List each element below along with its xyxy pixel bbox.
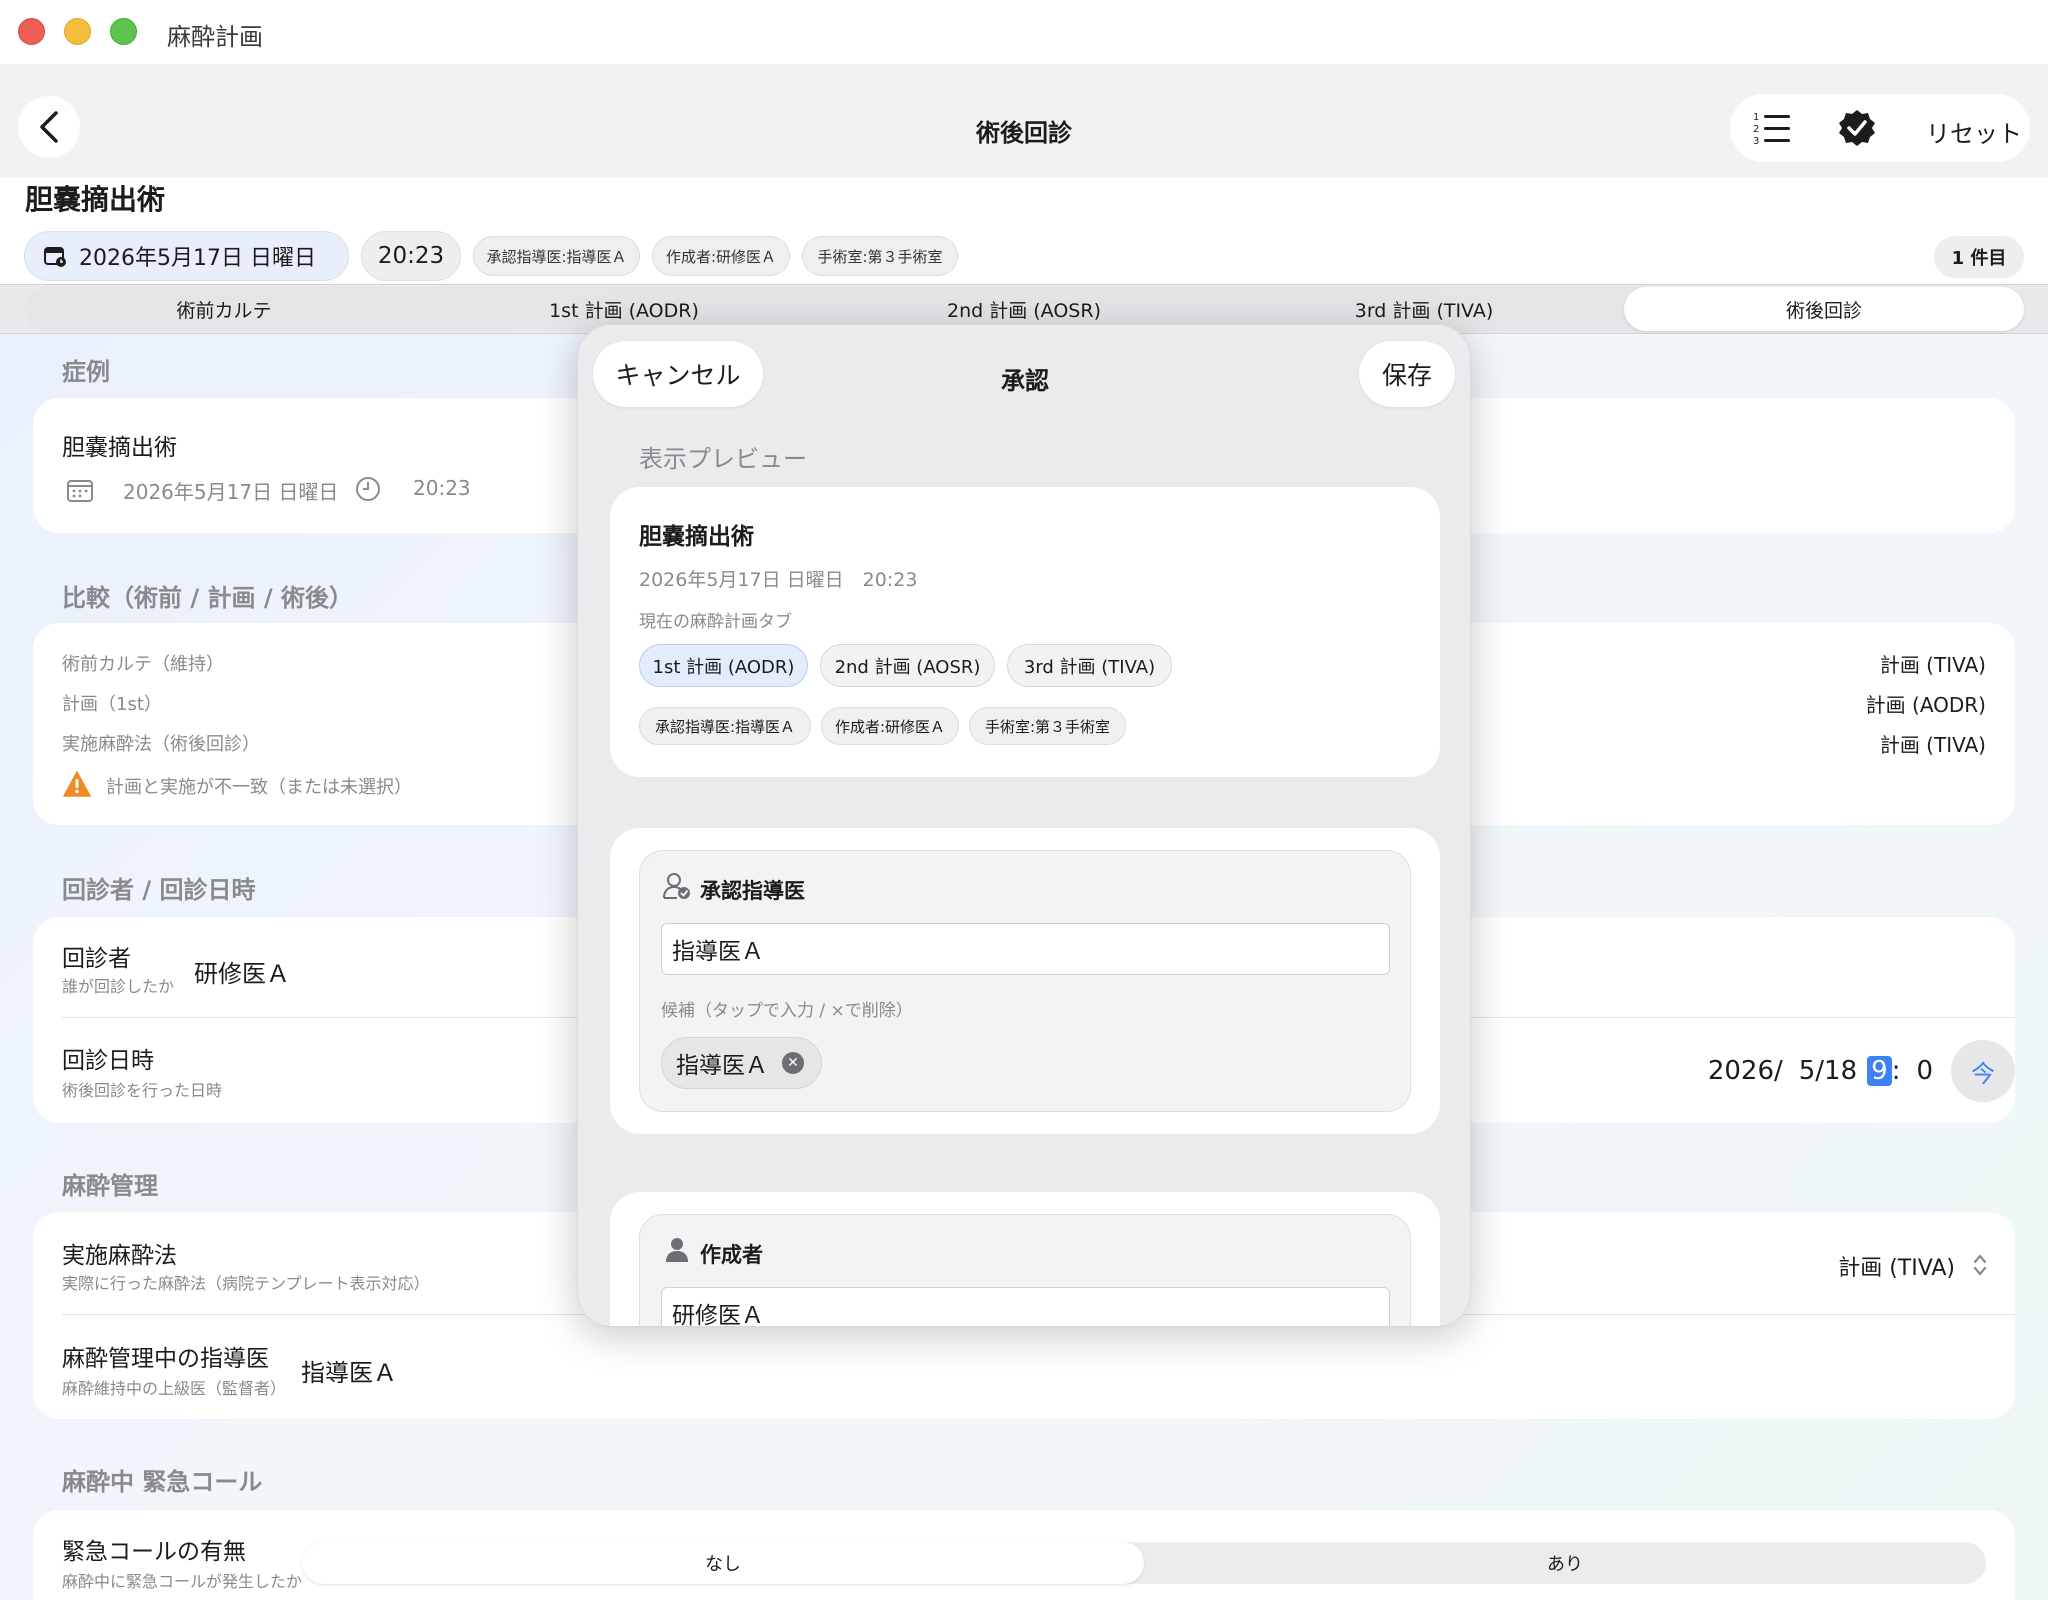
- candidates-caption: 候補（タップで入力 / ×で削除）: [661, 1001, 913, 1021]
- section-heading-compare: 比較（術前 / 計画 / 術後）: [62, 584, 353, 612]
- approve-badge-button[interactable]: [1838, 109, 1876, 151]
- compare-row-value: 計画 (AODR): [1865, 693, 1986, 717]
- numbered-list-icon: 1 2 3: [1753, 112, 1790, 147]
- date-month-day[interactable]: 5/18: [1799, 1056, 1857, 1086]
- method-select[interactable]: 計画 (TIVA): [1838, 1250, 1955, 1282]
- emergency-label: 緊急コールの有無: [62, 1539, 246, 1565]
- emergency-call-segmented-control: なし あり: [302, 1542, 1986, 1584]
- preview-approver-chip: 承認指導医:指導医Ａ: [639, 707, 811, 745]
- compare-row-value: 計画 (TIVA): [1879, 733, 1986, 757]
- compare-row-label: 計画（1st）: [62, 694, 162, 715]
- compare-row-label: 術前カルテ（維持）: [62, 654, 224, 675]
- window-title: 麻酔計画: [167, 23, 263, 51]
- emergency-option-yes[interactable]: あり: [1144, 1542, 1986, 1584]
- preview-date: 2026年5月17日 日曜日 20:23: [639, 569, 918, 591]
- now-button[interactable]: 今: [1951, 1040, 2015, 1102]
- record-count-badge[interactable]: 1 件目: [1934, 236, 2024, 278]
- clock-icon: [356, 477, 380, 501]
- numbered-list-button[interactable]: 1 2 3: [1752, 110, 1792, 150]
- tab-postop-visit[interactable]: 術後回診: [1624, 287, 2024, 331]
- room-chip[interactable]: 手術室:第３手術室: [802, 236, 958, 276]
- window-titlebar: 麻酔計画: [0, 0, 2048, 64]
- calendar-icon: [67, 480, 93, 502]
- author-field-group: 作成者 研修医Ａ: [639, 1214, 1411, 1326]
- time-colon: :: [1891, 1056, 1901, 1086]
- checkmark-seal-icon: [1839, 110, 1875, 146]
- preview-author-chip: 作成者:研修医Ａ: [821, 707, 959, 745]
- visit-datetime-sub: 術後回診を行った日時: [62, 1081, 223, 1100]
- method-sub: 実際に行った麻酔法（病院テンプレート表示対応）: [62, 1274, 430, 1293]
- preview-room-chip: 手術室:第３手術室: [969, 707, 1126, 745]
- supervisor-value[interactable]: 指導医Ａ: [301, 1353, 397, 1388]
- method-label: 実施麻酔法: [62, 1243, 177, 1269]
- svg-text:1: 1: [1753, 112, 1759, 123]
- section-heading-emergency: 麻酔中 緊急コール: [62, 1468, 263, 1496]
- emergency-option-none[interactable]: なし: [302, 1542, 1144, 1584]
- person-icon: [666, 1238, 688, 1262]
- date-chip[interactable]: 2026年5月17日 日曜日: [24, 231, 349, 281]
- warning-icon: [63, 771, 91, 797]
- window-maximize-button[interactable]: [110, 18, 137, 45]
- author-heading: 作成者: [700, 1243, 763, 1267]
- approver-chip[interactable]: 承認指導医:指導医Ａ: [473, 236, 640, 276]
- nav-action-group: 1 2 3 リセット: [1730, 94, 2030, 162]
- preview-title: 胆嚢摘出術: [639, 524, 754, 550]
- approver-heading: 承認指導医: [700, 879, 805, 903]
- person-checkmark-icon: [663, 873, 690, 899]
- case-card-date: 2026年5月17日 日曜日: [123, 480, 339, 504]
- case-title: 胆嚢摘出術: [25, 183, 166, 216]
- preview-tab-3rd: 3rd 計画 (TIVA): [1007, 644, 1172, 687]
- calendar-icon: [44, 247, 66, 267]
- navigation-bar: 術後回診 1 2 3 リセット: [0, 64, 2048, 178]
- modal-title: 承認: [1001, 367, 1049, 395]
- compare-warning: 計画と実施が不一致（または未選択）: [106, 777, 412, 798]
- window-minimize-button[interactable]: [64, 18, 91, 45]
- case-card-title: 胆嚢摘出術: [62, 435, 177, 461]
- section-heading-case: 症例: [62, 358, 110, 386]
- preview-heading: 表示プレビュー: [639, 445, 807, 473]
- window-close-button[interactable]: [18, 18, 45, 45]
- visit-datetime-picker[interactable]: 2026/ 5/18 9 : 0: [1708, 1056, 1933, 1086]
- compare-row-label: 実施麻酔法（術後回診）: [62, 734, 260, 755]
- svg-text:2: 2: [1753, 124, 1759, 135]
- visitor-value[interactable]: 研修医Ａ: [194, 954, 290, 989]
- save-button[interactable]: 保存: [1359, 341, 1455, 407]
- preview-tab-1st: 1st 計画 (AODR): [639, 644, 808, 687]
- tab-preop-chart[interactable]: 術前カルテ: [24, 287, 424, 331]
- approver-field-group: 承認指導医 指導医Ａ 候補（タップで入力 / ×で削除） 指導医Ａ ✕: [639, 850, 1411, 1112]
- visit-datetime-label: 回診日時: [62, 1048, 154, 1074]
- case-header: 胆嚢摘出術 2026年5月17日 日曜日 20:23 承認指導医:指導医Ａ 作成…: [0, 178, 2048, 284]
- case-card-time: 20:23: [413, 476, 471, 500]
- candidate-chip-label: 指導医Ａ: [676, 1053, 768, 1079]
- approval-modal: キャンセル 承認 保存 表示プレビュー 胆嚢摘出術 2026年5月17日 日曜日…: [577, 324, 1471, 1327]
- supervisor-label: 麻酔管理中の指導医: [62, 1346, 269, 1372]
- preview-tab-2nd: 2nd 計画 (AOSR): [820, 644, 995, 687]
- emergency-sub: 麻酔中に緊急コールが発生したか: [62, 1572, 303, 1591]
- date-year[interactable]: 2026/: [1708, 1056, 1783, 1086]
- section-heading-anesthesia: 麻酔管理: [62, 1172, 158, 1200]
- date-chip-label: 2026年5月17日 日曜日: [79, 246, 316, 271]
- visitor-label: 回診者: [62, 946, 131, 972]
- supervisor-sub: 麻酔維持中の上級医（監督者）: [62, 1379, 287, 1398]
- visitor-sub: 誰が回診したか: [62, 977, 175, 996]
- candidate-chip[interactable]: 指導医Ａ ✕: [661, 1037, 822, 1089]
- section-heading-visit: 回診者 / 回診日時: [62, 876, 256, 904]
- approver-card: 承認指導医 指導医Ａ 候補（タップで入力 / ×で削除） 指導医Ａ ✕: [610, 828, 1440, 1134]
- svg-text:3: 3: [1753, 136, 1759, 146]
- preview-card: 胆嚢摘出術 2026年5月17日 日曜日 20:23 現在の麻酔計画タブ 1st…: [610, 487, 1440, 777]
- time-chip[interactable]: 20:23: [361, 231, 461, 281]
- author-input[interactable]: 研修医Ａ: [661, 1287, 1390, 1326]
- author-card: 作成者 研修医Ａ: [610, 1192, 1440, 1326]
- author-chip[interactable]: 作成者:研修医Ａ: [652, 236, 790, 276]
- approver-input[interactable]: 指導医Ａ: [661, 923, 1390, 975]
- chevron-up-down-icon[interactable]: [1971, 1252, 1989, 1278]
- time-hour[interactable]: 9: [1867, 1056, 1892, 1086]
- preview-caption: 現在の麻酔計画タブ: [639, 612, 792, 632]
- time-minute[interactable]: 0: [1916, 1056, 1933, 1086]
- close-icon[interactable]: ✕: [782, 1052, 804, 1074]
- reset-button[interactable]: リセット: [1926, 114, 2022, 149]
- compare-row-value: 計画 (TIVA): [1879, 653, 1986, 677]
